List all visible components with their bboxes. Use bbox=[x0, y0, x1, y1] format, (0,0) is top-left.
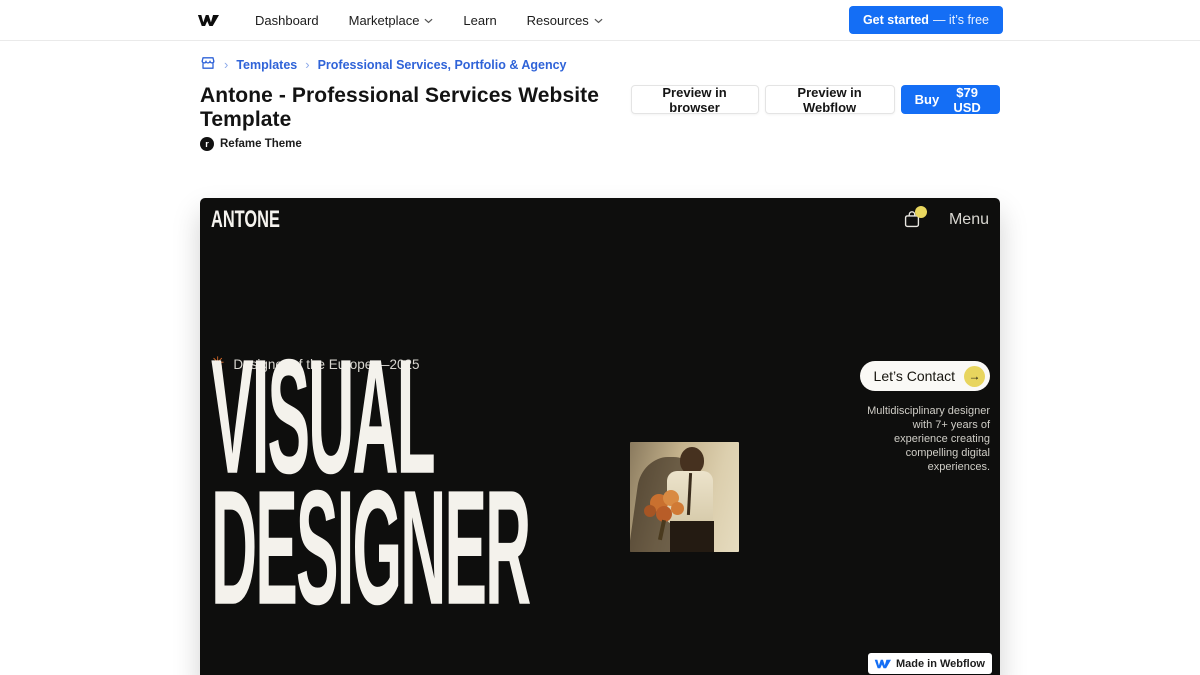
author-name: Refame Theme bbox=[220, 138, 302, 150]
title-block: Antone - Professional Services Website T… bbox=[200, 84, 631, 151]
get-started-label: Get started bbox=[863, 13, 929, 27]
get-started-sublabel: — it’s free bbox=[933, 13, 989, 27]
template-brand-logo[interactable]: ANTONE bbox=[211, 206, 280, 234]
breadcrumb-templates-link[interactable]: Templates bbox=[236, 58, 297, 72]
hero-photo bbox=[630, 442, 739, 552]
title-row: Antone - Professional Services Website T… bbox=[200, 84, 1000, 151]
marketplace-store-icon[interactable] bbox=[200, 56, 216, 73]
top-navigation-bar: Dashboard Marketplace Learn Resources Ge… bbox=[0, 0, 1200, 41]
nav-label: Dashboard bbox=[255, 13, 319, 28]
nav-label: Marketplace bbox=[349, 13, 420, 28]
get-started-button[interactable]: Get started — it’s free bbox=[849, 6, 1003, 34]
breadcrumb-category-link[interactable]: Professional Services, Portfolio & Agenc… bbox=[318, 58, 567, 72]
nav-item-marketplace[interactable]: Marketplace bbox=[349, 13, 434, 28]
template-preview-frame[interactable]: ANTONE Menu ✳ Designer of the Europe —20… bbox=[200, 198, 1000, 675]
buy-price: $79 USD bbox=[948, 85, 986, 115]
breadcrumb-separator: › bbox=[305, 57, 309, 72]
cart-bag-icon[interactable] bbox=[901, 209, 923, 231]
made-in-webflow-badge[interactable]: Made in Webflow bbox=[868, 653, 992, 674]
preview-in-webflow-button[interactable]: Preview in Webflow bbox=[765, 85, 895, 114]
nav-links: Dashboard Marketplace Learn Resources bbox=[255, 13, 603, 28]
photo-figure bbox=[680, 447, 704, 474]
chevron-down-icon bbox=[424, 18, 433, 24]
nav-label: Resources bbox=[527, 13, 589, 28]
nav-item-dashboard[interactable]: Dashboard bbox=[255, 13, 319, 28]
buy-button[interactable]: Buy $79 USD bbox=[901, 85, 1000, 114]
page-title: Antone - Professional Services Website T… bbox=[200, 84, 631, 132]
hero-headline-designer: DESIGNER bbox=[211, 466, 529, 629]
preview-in-browser-button[interactable]: Preview in browser bbox=[631, 85, 759, 114]
avatar-letter: r bbox=[205, 139, 209, 149]
breadcrumb-separator: › bbox=[224, 57, 228, 72]
webflow-logo-icon[interactable] bbox=[197, 13, 219, 28]
nav-label: Learn bbox=[463, 13, 496, 28]
made-in-webflow-label: Made in Webflow bbox=[896, 658, 985, 670]
menu-button[interactable]: Menu bbox=[949, 211, 989, 229]
author-avatar: r bbox=[200, 137, 214, 151]
template-header: ANTONE Menu bbox=[200, 198, 1000, 242]
hero-description: Multidisciplinary designer with 7+ years… bbox=[857, 404, 990, 474]
nav-item-learn[interactable]: Learn bbox=[463, 13, 496, 28]
nav-item-resources[interactable]: Resources bbox=[527, 13, 603, 28]
breadcrumb: › Templates › Professional Services, Por… bbox=[200, 56, 1000, 73]
webflow-logo-icon bbox=[874, 658, 891, 670]
action-buttons: Preview in browser Preview in Webflow Bu… bbox=[631, 84, 1000, 114]
cart-badge bbox=[915, 206, 927, 218]
lets-contact-button[interactable]: Let’s Contact → bbox=[860, 361, 990, 391]
author-row[interactable]: r Refame Theme bbox=[200, 137, 631, 151]
contact-label: Let’s Contact bbox=[874, 368, 955, 384]
arrow-right-icon: → bbox=[964, 366, 985, 387]
buy-label: Buy bbox=[915, 92, 940, 107]
chevron-down-icon bbox=[594, 18, 603, 24]
